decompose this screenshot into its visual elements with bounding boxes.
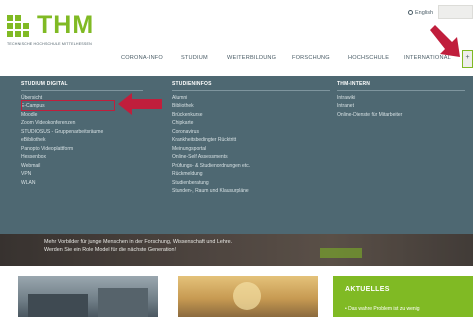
- menu-link-ruecktritt[interactable]: Krankheitsbedingter Rücktritt: [172, 136, 330, 144]
- logo-grid-icon: [7, 15, 29, 37]
- menu-link-stundenplaene[interactable]: Stunden-, Raum und Klausurpläne: [172, 187, 330, 195]
- menu-heading-thm-intern: THM-INTERN: [337, 81, 465, 91]
- hero-line-2: Werden Sie ein Role Model für die nächst…: [44, 247, 177, 253]
- e-campus-highlight-box: [21, 100, 115, 111]
- nav-item-corona-info[interactable]: CORONA-INFO: [121, 55, 163, 61]
- news-box[interactable]: AKTUELLES • Das wahre Problem ist zu wen…: [333, 276, 473, 317]
- news-teaser[interactable]: • Das wahre Problem ist zu wenig: [345, 306, 420, 312]
- menu-link-wlan[interactable]: WLAN: [21, 179, 143, 187]
- menu-link-coronavirus[interactable]: Coronavirus: [172, 128, 330, 136]
- nav-item-weiterbildung[interactable]: WEITERBILDUNG: [227, 55, 276, 61]
- logo-wordmark: THM: [37, 11, 95, 39]
- menu-link-zoom[interactable]: Zoom Videokonferenzen: [21, 119, 143, 127]
- nav-item-studium[interactable]: STUDIUM: [181, 55, 208, 61]
- menu-link-online-dienste[interactable]: Online-Dienste für Mitarbeiter: [337, 111, 465, 119]
- menu-link-alumni[interactable]: Alumni: [172, 94, 330, 102]
- page: THM TECHNISCHE HOCHSCHULE MITTELHESSEN E…: [0, 0, 473, 317]
- content-teasers: AKTUELLES • Das wahre Problem ist zu wen…: [0, 266, 473, 317]
- site-header: THM TECHNISCHE HOCHSCHULE MITTELHESSEN E…: [0, 0, 473, 68]
- hero-line-1: Mehr Vorbilder für junge Menschen in der…: [44, 239, 233, 245]
- menu-link-self-assessments[interactable]: Online-Self Assessments: [172, 153, 330, 161]
- hero-banner: Mehr Vorbilder für junge Menschen in der…: [0, 234, 473, 266]
- arrow-left-icon: [118, 93, 162, 115]
- hero-button[interactable]: [320, 248, 362, 258]
- language-link-label: English: [415, 10, 434, 16]
- menu-link-chipkarte[interactable]: Chipkarte: [172, 119, 330, 127]
- menu-link-intranet[interactable]: Intranet: [337, 102, 465, 110]
- menu-link-panopto[interactable]: Panopto Videoplattform: [21, 145, 143, 153]
- search-input[interactable]: [438, 5, 473, 19]
- menu-link-studienberatung[interactable]: Studienberatung: [172, 179, 330, 187]
- menu-link-vpn[interactable]: VPN: [21, 170, 143, 178]
- language-switch[interactable]: English: [408, 10, 433, 16]
- news-title: AKTUELLES: [345, 286, 390, 293]
- nav-item-hochschule[interactable]: HOCHSCHULE: [348, 55, 389, 61]
- menu-link-webmail[interactable]: Webmail: [21, 162, 143, 170]
- arrow-down-right-icon: [430, 25, 460, 57]
- menu-column-thm-intern: THM-INTERN Intrawiki Intranet Online-Die…: [337, 81, 465, 119]
- menu-column-studieninfos: STUDIENINFOS Alumni Bibliothek Brückenku…: [172, 81, 330, 195]
- menu-link-studiosus[interactable]: STUDIOSUS - Gruppenarbeitsräume: [21, 128, 143, 136]
- menu-link-ebibliothek[interactable]: eBibliothek: [21, 136, 143, 144]
- logo-subtitle: TECHNISCHE HOCHSCHULE MITTELHESSEN: [7, 42, 92, 46]
- globe-icon: [408, 10, 413, 15]
- menu-heading-studieninfos: STUDIENINFOS: [172, 81, 330, 91]
- quicklinks-toggle-button[interactable]: +: [462, 50, 473, 68]
- menu-link-brueckenkurse[interactable]: Brückenkurse: [172, 111, 330, 119]
- menu-link-intrawiki[interactable]: Intrawiki: [337, 94, 465, 102]
- menu-link-hessenbox[interactable]: Hessenbox: [21, 153, 143, 161]
- nav-item-forschung[interactable]: FORSCHUNG: [292, 55, 330, 61]
- menu-heading-studium-digital: STUDIUM DIGITAL: [21, 81, 143, 91]
- menu-link-pruefungsordnungen[interactable]: Prüfungs- & Studienordnungen etc.: [172, 162, 330, 170]
- hero-text: Mehr Vorbilder für junge Menschen in der…: [44, 238, 232, 254]
- building-photo-tile[interactable]: [18, 276, 158, 317]
- lamp-photo-tile[interactable]: [178, 276, 318, 317]
- menu-link-meinungsportal[interactable]: Meinungsportal: [172, 145, 330, 153]
- menu-link-rueckmeldung[interactable]: Rückmeldung: [172, 170, 330, 178]
- thm-logo[interactable]: THM TECHNISCHE HOCHSCHULE MITTELHESSEN: [7, 11, 127, 47]
- main-navigation: CORONA-INFO STUDIUM WEITERBILDUNG FORSCH…: [0, 55, 473, 67]
- menu-link-bibliothek[interactable]: Bibliothek: [172, 102, 330, 110]
